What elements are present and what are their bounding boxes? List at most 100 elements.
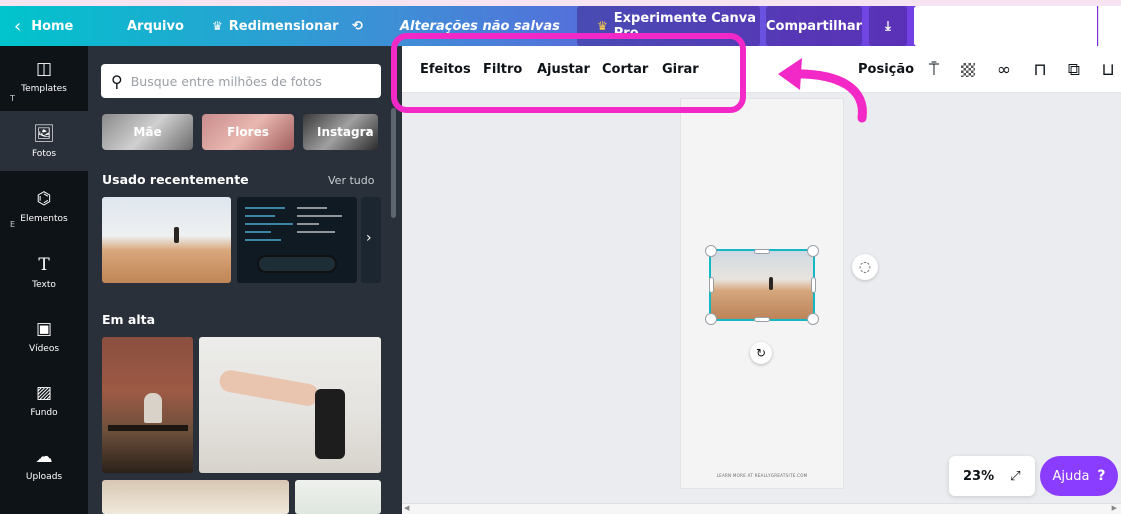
resize-handle[interactable] bbox=[754, 317, 770, 322]
home-button[interactable]: ‹ Home bbox=[14, 6, 73, 46]
chevron-down-icon[interactable]: ▾ bbox=[1098, 6, 1121, 46]
lock-icon[interactable]: ⊓ bbox=[1028, 46, 1052, 93]
trash-icon[interactable]: ⊔ bbox=[1096, 46, 1120, 93]
help-button[interactable]: Ajuda ? bbox=[1040, 456, 1118, 496]
search-icon: ⚲ bbox=[111, 71, 123, 91]
resize-handle[interactable] bbox=[705, 245, 717, 257]
search-box[interactable]: ⚲ bbox=[101, 64, 381, 98]
rail-item-uploads[interactable]: ☁ Uploads bbox=[0, 434, 88, 494]
rail-label: Uploads bbox=[25, 471, 63, 482]
photo-desert[interactable] bbox=[102, 197, 231, 283]
photo-icon: 🖼 bbox=[33, 123, 55, 144]
selected-image[interactable] bbox=[709, 249, 815, 321]
canva-editor: ‹ Home Arquivo ♛ Redimensionar ⟲ Alteraç… bbox=[0, 0, 1121, 514]
resize-button[interactable]: ♛ Redimensionar bbox=[212, 6, 339, 46]
zoom-control[interactable]: 23% ⤢ bbox=[949, 456, 1035, 496]
rail-label: Fotos bbox=[31, 148, 57, 159]
rail-item-videos[interactable]: ▣ Vídeos bbox=[0, 306, 88, 366]
panel-scrollbar[interactable] bbox=[391, 108, 396, 218]
chevron-left-icon: ‹ bbox=[14, 15, 22, 37]
glasses-shape bbox=[257, 255, 337, 273]
photo-code[interactable] bbox=[237, 197, 357, 283]
chevron-right-icon[interactable]: › bbox=[366, 230, 372, 246]
desk-shape bbox=[108, 425, 188, 431]
rail-label: Texto bbox=[32, 279, 56, 290]
photo-office[interactable] bbox=[102, 337, 193, 473]
text-icon: T bbox=[38, 254, 50, 275]
expand-icon[interactable]: ⤢ bbox=[1010, 469, 1020, 484]
comment-icon[interactable]: ◌ bbox=[852, 254, 878, 280]
figure-silhouette bbox=[144, 393, 162, 423]
crown-icon: ♛ bbox=[212, 19, 223, 33]
resize-handle[interactable] bbox=[709, 277, 714, 293]
undo-icon[interactable]: ⟲ bbox=[352, 6, 363, 46]
help-mark: ? bbox=[1097, 468, 1106, 484]
see-all-link[interactable]: Ver tudo bbox=[328, 174, 374, 187]
resize-handle[interactable] bbox=[807, 245, 819, 257]
rail-label: Vídeos bbox=[28, 343, 60, 354]
bar-chart-icon: ▁▌▌ bbox=[926, 17, 959, 35]
chip-mae[interactable]: Mãe bbox=[102, 114, 193, 150]
code-line bbox=[245, 239, 281, 241]
rail-item-text[interactable]: T Texto bbox=[0, 242, 88, 302]
code-line bbox=[297, 207, 327, 209]
arm-shape bbox=[217, 368, 321, 408]
checker-pattern bbox=[961, 62, 975, 77]
photo-hands-soap[interactable] bbox=[199, 337, 381, 473]
rail-item-photos[interactable]: 🖼 Fotos bbox=[0, 111, 88, 171]
photo-plant[interactable] bbox=[295, 480, 381, 514]
link-icon[interactable]: ∞ bbox=[992, 46, 1016, 93]
code-line bbox=[245, 231, 271, 233]
download-icon[interactable]: ⤓ bbox=[869, 6, 907, 46]
paint-roller-icon[interactable]: ⍑ bbox=[922, 46, 946, 93]
rail-edge-letter: T bbox=[10, 94, 15, 103]
rail-item-background[interactable]: ▨ Fundo bbox=[0, 370, 88, 430]
code-line bbox=[297, 231, 335, 233]
rail-label: Fundo bbox=[30, 407, 58, 418]
figure-silhouette bbox=[769, 277, 773, 290]
file-menu[interactable]: Arquivo bbox=[127, 6, 184, 46]
left-rail: ◫ Templates 🖼 Fotos ⌬ Elementos T Texto … bbox=[0, 46, 88, 514]
recent-title: Usado recentemente bbox=[102, 172, 249, 187]
chip-flores[interactable]: Flores bbox=[202, 114, 294, 150]
search-input[interactable] bbox=[130, 73, 351, 89]
print-button[interactable]: ▁▌▌ Imprimir infográficos bbox=[914, 6, 1097, 46]
resize-handle[interactable] bbox=[811, 277, 816, 293]
photos-panel: ⚲ Mãe Flores Instagra › Usado recentemen… bbox=[88, 46, 402, 514]
code-line bbox=[245, 207, 285, 209]
figure-silhouette bbox=[174, 227, 179, 243]
share-button[interactable]: Compartilhar bbox=[766, 6, 862, 46]
photo-flowers[interactable] bbox=[102, 480, 289, 514]
cloud-upload-icon: ☁ bbox=[35, 446, 53, 467]
shapes-icon: ⌬ bbox=[36, 188, 52, 209]
home-label: Home bbox=[31, 18, 74, 34]
print-label: Imprimir infográficos bbox=[967, 11, 1055, 41]
pattern-icon: ▨ bbox=[35, 382, 53, 403]
annotation-arrow bbox=[778, 58, 867, 123]
code-line bbox=[245, 215, 275, 217]
annotation-highlight-box bbox=[391, 33, 746, 113]
crown-icon: ♛ bbox=[597, 19, 608, 33]
chevron-right-icon[interactable]: › bbox=[366, 124, 372, 140]
resize-label: Redimensionar bbox=[228, 18, 339, 34]
resize-handle[interactable] bbox=[754, 249, 770, 254]
scroll-right-icon[interactable]: ▶ bbox=[1112, 504, 1117, 512]
rail-label: Elementos bbox=[20, 213, 68, 224]
resize-handle[interactable] bbox=[705, 313, 717, 325]
layout-icon: ◫ bbox=[35, 58, 53, 79]
scroll-left-icon[interactable]: ◀ bbox=[404, 504, 409, 512]
help-label: Ajuda bbox=[1052, 468, 1090, 484]
rail-edge-letter: E bbox=[10, 220, 16, 229]
transparency-icon[interactable] bbox=[956, 46, 980, 93]
video-icon: ▣ bbox=[35, 318, 53, 339]
duplicate-icon[interactable]: ⧉ bbox=[1062, 46, 1086, 93]
code-line bbox=[245, 223, 293, 225]
resize-handle[interactable] bbox=[807, 313, 819, 325]
page-footer-text: LEARN MORE AT REALLYGREATSITE.COM bbox=[716, 473, 808, 478]
editor-area: Efeitos Filtro Ajustar Cortar Girar Posi… bbox=[402, 46, 1121, 514]
trending-title: Em alta bbox=[102, 312, 156, 327]
rotate-icon[interactable]: ↻ bbox=[750, 342, 772, 364]
horizontal-scrollbar[interactable]: ◀ ▶ bbox=[402, 503, 1121, 514]
zoom-value: 23% bbox=[963, 468, 995, 484]
bottle-shape bbox=[315, 389, 345, 459]
